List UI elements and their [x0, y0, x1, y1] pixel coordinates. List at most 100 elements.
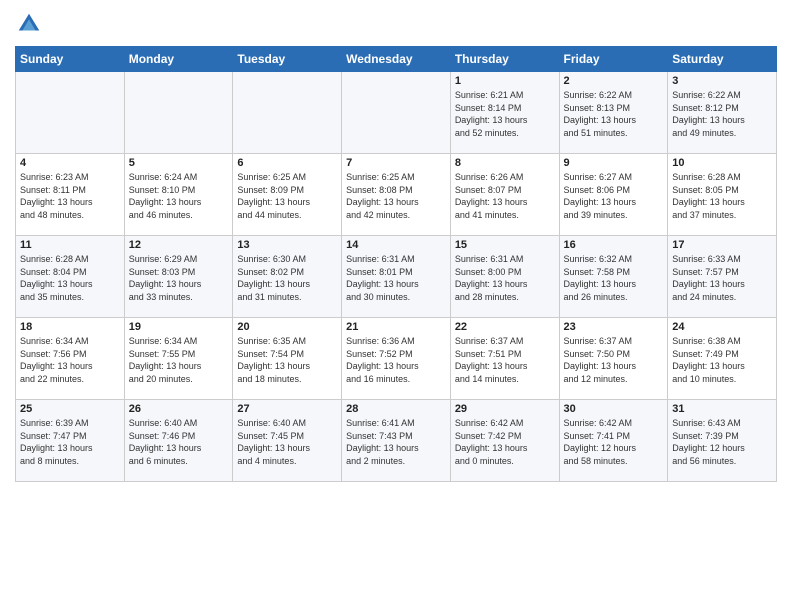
day-info: Sunrise: 6:38 AM Sunset: 7:49 PM Dayligh… — [672, 335, 772, 385]
calendar-cell: 19Sunrise: 6:34 AM Sunset: 7:55 PM Dayli… — [124, 318, 233, 400]
calendar-cell: 23 Sunrise: 6:37 AM Sunset: 7:50 PM Dayli… — [559, 318, 668, 400]
day-number: 30 — [564, 403, 664, 415]
calendar-week-row: 11Sunrise: 6:28 AM Sunset: 8:04 PM Dayli… — [16, 236, 777, 318]
day-info: Sunrise: 6:39 AM Sunset: 7:47 PM Dayligh… — [20, 417, 120, 467]
day-number: 13 — [237, 239, 337, 251]
calendar-cell: 26Sunrise: 6:40 AM Sunset: 7:46 PM Dayli… — [124, 400, 233, 482]
day-info: Sunrise: 6:43 AM Sunset: 7:39 PM Dayligh… — [672, 417, 772, 467]
calendar-cell: 25 Sunrise: 6:39 AM Sunset: 7:47 PM Dayli… — [16, 400, 125, 482]
calendar-cell: 20 Sunrise: 6:35 AM Sunset: 7:54 PM Dayli… — [233, 318, 342, 400]
day-info: Sunrise: 6:26 AM Sunset: 8:07 PM Dayligh… — [455, 171, 555, 221]
day-number: 17 — [672, 239, 772, 251]
day-info: Sunrise: 6:36 AM Sunset: 7:52 PM Dayligh… — [346, 335, 446, 385]
calendar-cell: 28 Sunrise: 6:41 AM Sunset: 7:43 PM Dayli… — [342, 400, 451, 482]
day-number: 16 — [564, 239, 664, 251]
calendar-cell: 10 Sunrise: 6:28 AM Sunset: 8:05 PM Dayli… — [668, 154, 777, 236]
day-info: Sunrise: 6:33 AM Sunset: 7:57 PM Dayligh… — [672, 253, 772, 303]
calendar-week-row: 4 Sunrise: 6:23 AM Sunset: 8:11 PM Daylig… — [16, 154, 777, 236]
day-info: Sunrise: 6:37 AM Sunset: 7:50 PM Dayligh… — [564, 335, 664, 385]
calendar-cell: 12 Sunrise: 6:29 AM Sunset: 8:03 PM Dayli… — [124, 236, 233, 318]
day-info: Sunrise: 6:23 AM Sunset: 8:11 PM Dayligh… — [20, 171, 120, 221]
calendar-cell — [233, 72, 342, 154]
day-number: 24 — [672, 321, 772, 333]
day-number: 12 — [129, 239, 229, 251]
weekday-header: Wednesday — [342, 47, 451, 72]
calendar-table: SundayMondayTuesdayWednesdayThursdayFrid… — [15, 46, 777, 482]
day-info: Sunrise: 6:42 AM Sunset: 7:41 PM Dayligh… — [564, 417, 664, 467]
day-number: 23 — [564, 321, 664, 333]
calendar-cell: 21Sunrise: 6:36 AM Sunset: 7:52 PM Dayli… — [342, 318, 451, 400]
calendar-week-row: 18 Sunrise: 6:34 AM Sunset: 7:56 PM Dayli… — [16, 318, 777, 400]
calendar-cell — [16, 72, 125, 154]
day-number: 27 — [237, 403, 337, 415]
day-number: 9 — [564, 157, 664, 169]
day-info: Sunrise: 6:41 AM Sunset: 7:43 PM Dayligh… — [346, 417, 446, 467]
day-info: Sunrise: 6:29 AM Sunset: 8:03 PM Dayligh… — [129, 253, 229, 303]
day-number: 5 — [129, 157, 229, 169]
calendar-cell: 24 Sunrise: 6:38 AM Sunset: 7:49 PM Dayli… — [668, 318, 777, 400]
day-info: Sunrise: 6:31 AM Sunset: 8:01 PM Dayligh… — [346, 253, 446, 303]
day-info: Sunrise: 6:28 AM Sunset: 8:05 PM Dayligh… — [672, 171, 772, 221]
day-number: 20 — [237, 321, 337, 333]
calendar-cell: 1 Sunrise: 6:21 AM Sunset: 8:14 PM Daylig… — [450, 72, 559, 154]
day-info: Sunrise: 6:34 AM Sunset: 7:56 PM Dayligh… — [20, 335, 120, 385]
calendar-body: 1 Sunrise: 6:21 AM Sunset: 8:14 PM Daylig… — [16, 72, 777, 482]
day-number: 4 — [20, 157, 120, 169]
day-info: Sunrise: 6:22 AM Sunset: 8:13 PM Dayligh… — [564, 89, 664, 139]
calendar-cell: 29Sunrise: 6:42 AM Sunset: 7:42 PM Dayli… — [450, 400, 559, 482]
calendar-cell: 15Sunrise: 6:31 AM Sunset: 8:00 PM Dayli… — [450, 236, 559, 318]
weekday-header: Saturday — [668, 47, 777, 72]
day-number: 6 — [237, 157, 337, 169]
weekday-header: Thursday — [450, 47, 559, 72]
calendar-week-row: 25 Sunrise: 6:39 AM Sunset: 7:47 PM Dayli… — [16, 400, 777, 482]
day-info: Sunrise: 6:31 AM Sunset: 8:00 PM Dayligh… — [455, 253, 555, 303]
day-info: Sunrise: 6:27 AM Sunset: 8:06 PM Dayligh… — [564, 171, 664, 221]
day-info: Sunrise: 6:35 AM Sunset: 7:54 PM Dayligh… — [237, 335, 337, 385]
calendar-cell: 31Sunrise: 6:43 AM Sunset: 7:39 PM Dayli… — [668, 400, 777, 482]
weekday-header: Tuesday — [233, 47, 342, 72]
calendar-cell: 22 Sunrise: 6:37 AM Sunset: 7:51 PM Dayli… — [450, 318, 559, 400]
day-number: 28 — [346, 403, 446, 415]
calendar-cell: 11Sunrise: 6:28 AM Sunset: 8:04 PM Dayli… — [16, 236, 125, 318]
day-number: 11 — [20, 239, 120, 251]
calendar-cell: 6 Sunrise: 6:25 AM Sunset: 8:09 PM Daylig… — [233, 154, 342, 236]
calendar-week-row: 1 Sunrise: 6:21 AM Sunset: 8:14 PM Daylig… — [16, 72, 777, 154]
day-number: 25 — [20, 403, 120, 415]
day-info: Sunrise: 6:32 AM Sunset: 7:58 PM Dayligh… — [564, 253, 664, 303]
day-number: 14 — [346, 239, 446, 251]
day-number: 18 — [20, 321, 120, 333]
weekday-header: Friday — [559, 47, 668, 72]
day-number: 19 — [129, 321, 229, 333]
day-info: Sunrise: 6:30 AM Sunset: 8:02 PM Dayligh… — [237, 253, 337, 303]
calendar-cell — [124, 72, 233, 154]
day-number: 3 — [672, 75, 772, 87]
logo-icon — [15, 10, 43, 38]
logo — [15, 10, 47, 38]
calendar-cell — [342, 72, 451, 154]
day-number: 10 — [672, 157, 772, 169]
calendar-cell: 4 Sunrise: 6:23 AM Sunset: 8:11 PM Daylig… — [16, 154, 125, 236]
weekday-header: Sunday — [16, 47, 125, 72]
calendar-cell: 8Sunrise: 6:26 AM Sunset: 8:07 PM Daylig… — [450, 154, 559, 236]
day-info: Sunrise: 6:25 AM Sunset: 8:09 PM Dayligh… — [237, 171, 337, 221]
day-info: Sunrise: 6:37 AM Sunset: 7:51 PM Dayligh… — [455, 335, 555, 385]
weekday-header: Monday — [124, 47, 233, 72]
day-info: Sunrise: 6:40 AM Sunset: 7:46 PM Dayligh… — [129, 417, 229, 467]
calendar-cell: 14 Sunrise: 6:31 AM Sunset: 8:01 PM Dayli… — [342, 236, 451, 318]
day-info: Sunrise: 6:42 AM Sunset: 7:42 PM Dayligh… — [455, 417, 555, 467]
day-number: 1 — [455, 75, 555, 87]
day-info: Sunrise: 6:22 AM Sunset: 8:12 PM Dayligh… — [672, 89, 772, 139]
calendar-cell: 7Sunrise: 6:25 AM Sunset: 8:08 PM Daylig… — [342, 154, 451, 236]
calendar-cell: 30 Sunrise: 6:42 AM Sunset: 7:41 PM Dayli… — [559, 400, 668, 482]
calendar-cell: 5Sunrise: 6:24 AM Sunset: 8:10 PM Daylig… — [124, 154, 233, 236]
calendar-cell: 2 Sunrise: 6:22 AM Sunset: 8:13 PM Daylig… — [559, 72, 668, 154]
page-container: SundayMondayTuesdayWednesdayThursdayFrid… — [0, 0, 792, 487]
weekday-row: SundayMondayTuesdayWednesdayThursdayFrid… — [16, 47, 777, 72]
day-number: 2 — [564, 75, 664, 87]
day-info: Sunrise: 6:40 AM Sunset: 7:45 PM Dayligh… — [237, 417, 337, 467]
calendar-cell: 9 Sunrise: 6:27 AM Sunset: 8:06 PM Daylig… — [559, 154, 668, 236]
calendar-cell: 18 Sunrise: 6:34 AM Sunset: 7:56 PM Dayli… — [16, 318, 125, 400]
day-number: 22 — [455, 321, 555, 333]
day-info: Sunrise: 6:21 AM Sunset: 8:14 PM Dayligh… — [455, 89, 555, 139]
calendar-cell: 13 Sunrise: 6:30 AM Sunset: 8:02 PM Dayli… — [233, 236, 342, 318]
